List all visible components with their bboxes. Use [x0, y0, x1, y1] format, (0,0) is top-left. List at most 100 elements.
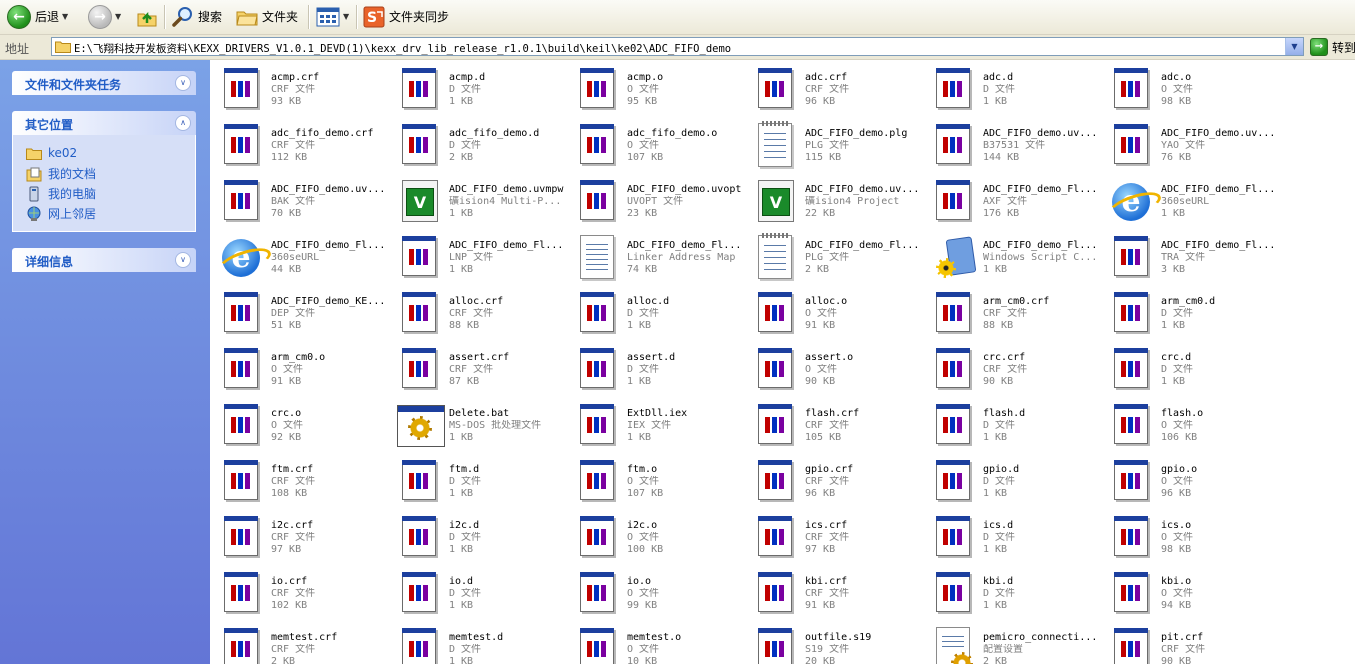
file-item[interactable]: ftm.o O 文件 107 KB	[570, 454, 748, 510]
file-item[interactable]: memtest.crf CRF 文件 2 KB	[214, 622, 392, 664]
file-item[interactable]: crc.crf CRF 文件 90 KB	[926, 342, 1104, 398]
file-item[interactable]: ics.crf CRF 文件 97 KB	[748, 510, 926, 566]
file-item[interactable]: V ADC_FIFO_demo.uvmpw 礦ision4 Multi-P... 1 …	[392, 174, 570, 230]
forward-button[interactable]: → ▼	[88, 4, 121, 29]
file-item[interactable]: assert.crf CRF 文件 87 KB	[392, 342, 570, 398]
file-item[interactable]: crc.d D 文件 1 KB	[1104, 342, 1282, 398]
file-item[interactable]: ADC_FIFO_demo_Fl... TRA 文件 3 KB	[1104, 230, 1282, 286]
back-dropdown-icon[interactable]: ▼	[62, 12, 68, 21]
folder-sync-button[interactable]: S 文件夹同步	[363, 4, 449, 29]
network-places-icon	[26, 206, 42, 222]
file-item[interactable]: ADC_FIFO_demo.uvopt UVOPT 文件 23 KB	[570, 174, 748, 230]
file-item[interactable]: arm_cm0.d D 文件 1 KB	[1104, 286, 1282, 342]
file-item[interactable]: ics.o O 文件 98 KB	[1104, 510, 1282, 566]
file-item[interactable]: acmp.d D 文件 1 KB	[392, 62, 570, 118]
tasks-panel-header[interactable]: 文件和文件夹任务 ∨	[12, 71, 196, 95]
file-name: ADC_FIFO_demo.uvmpw	[449, 184, 564, 195]
address-input[interactable]: E:\飞翔科技开发板资料\KEXX_DRIVERS_V1.0.1_DEVD(1)…	[51, 37, 1304, 56]
views-button[interactable]: ▼	[316, 4, 349, 29]
file-item[interactable]: V ADC_FIFO_demo.uv... 礦ision4 Project 22 KB	[748, 174, 926, 230]
file-item[interactable]: acmp.crf CRF 文件 93 KB	[214, 62, 392, 118]
file-name: ADC_FIFO_demo_Fl...	[1161, 240, 1276, 251]
file-item[interactable]: memtest.d D 文件 1 KB	[392, 622, 570, 664]
file-size: 99 KB	[627, 600, 658, 611]
file-item[interactable]: arm_cm0.crf CRF 文件 88 KB	[926, 286, 1104, 342]
svg-text:S: S	[367, 10, 377, 26]
place-link-my-computer[interactable]: 我的电脑	[26, 185, 96, 202]
file-item[interactable]: ADC_FIFO_demo_Fl... LNP 文件 1 KB	[392, 230, 570, 286]
file-item[interactable]: kbi.d D 文件 1 KB	[926, 566, 1104, 622]
file-item[interactable]: ADC_FIFO_demo.uv... BAK 文件 70 KB	[214, 174, 392, 230]
file-item[interactable]: e ADC_FIFO_demo_Fl... 360seURL 1 KB	[1104, 174, 1282, 230]
file-item[interactable]: i2c.o O 文件 100 KB	[570, 510, 748, 566]
place-link-my-documents[interactable]: 我的文档	[26, 165, 96, 182]
file-item[interactable]: adc_fifo_demo.d D 文件 2 KB	[392, 118, 570, 174]
file-item[interactable]: flash.d D 文件 1 KB	[926, 398, 1104, 454]
file-item[interactable]: gpio.d D 文件 1 KB	[926, 454, 1104, 510]
address-dropdown-icon[interactable]: ▼	[1285, 38, 1303, 55]
file-item[interactable]: flash.o O 文件 106 KB	[1104, 398, 1282, 454]
file-item[interactable]: i2c.crf CRF 文件 97 KB	[214, 510, 392, 566]
file-item[interactable]: io.o O 文件 99 KB	[570, 566, 748, 622]
file-item[interactable]: adc.d D 文件 1 KB	[926, 62, 1104, 118]
vertical-scrollbar[interactable]	[1345, 60, 1355, 664]
file-item[interactable]: flash.crf CRF 文件 105 KB	[748, 398, 926, 454]
file-item[interactable]: Delete.bat MS-DOS 批处理文件 1 KB	[392, 398, 570, 454]
up-folder-button[interactable]	[136, 4, 158, 29]
chevron-down-icon[interactable]: ∨	[175, 75, 191, 91]
file-item[interactable]: crc.o O 文件 92 KB	[214, 398, 392, 454]
file-item[interactable]: ADC_FIFO_demo_Fl... PLG 文件 2 KB	[748, 230, 926, 286]
file-item[interactable]: alloc.d D 文件 1 KB	[570, 286, 748, 342]
details-panel-header[interactable]: 详细信息 ∨	[12, 248, 196, 272]
file-item[interactable]: ADC_FIFO_demo_KE... DEP 文件 51 KB	[214, 286, 392, 342]
window-app-icon	[574, 570, 622, 618]
chevron-down-icon[interactable]: ∨	[175, 252, 191, 268]
file-item[interactable]: memtest.o O 文件 10 KB	[570, 622, 748, 664]
forward-dropdown-icon[interactable]: ▼	[115, 12, 121, 21]
file-item[interactable]: adc.crf CRF 文件 96 KB	[748, 62, 926, 118]
file-item[interactable]: ics.d D 文件 1 KB	[926, 510, 1104, 566]
file-item[interactable]: ExtDll.iex IEX 文件 1 KB	[570, 398, 748, 454]
file-size: 2 KB	[449, 152, 474, 163]
file-item[interactable]: ADC_FIFO_demo_Fl... Linker Address Map 74 …	[570, 230, 748, 286]
file-item[interactable]: kbi.crf CRF 文件 91 KB	[748, 566, 926, 622]
file-item[interactable]: alloc.crf CRF 文件 88 KB	[392, 286, 570, 342]
file-item[interactable]: arm_cm0.o O 文件 91 KB	[214, 342, 392, 398]
folders-button[interactable]: 文件夹	[236, 4, 298, 29]
file-item[interactable]: e ADC_FIFO_demo_Fl... 360seURL 44 KB	[214, 230, 392, 286]
search-button[interactable]: 搜索	[172, 4, 222, 29]
file-item[interactable]: io.crf CRF 文件 102 KB	[214, 566, 392, 622]
file-item[interactable]: ADC_FIFO_demo_Fl... AXF 文件 176 KB	[926, 174, 1104, 230]
file-item[interactable]: pemicro_connecti... 配置设置 2 KB	[926, 622, 1104, 664]
file-item[interactable]: gpio.o O 文件 96 KB	[1104, 454, 1282, 510]
file-item[interactable]: ADC_FIFO_demo.plg PLG 文件 115 KB	[748, 118, 926, 174]
file-item[interactable]: ADC_FIFO_demo.uv... YAO 文件 76 KB	[1104, 118, 1282, 174]
place-link-network[interactable]: 网上邻居	[26, 205, 96, 222]
file-item[interactable]: ADC_FIFO_demo.uv... B37531 文件 144 KB	[926, 118, 1104, 174]
file-item[interactable]: adc.o O 文件 98 KB	[1104, 62, 1282, 118]
file-item[interactable]: pit.crf CRF 文件 90 KB	[1104, 622, 1282, 664]
place-link-ke02[interactable]: ke02	[26, 145, 77, 161]
chevron-up-icon[interactable]: ∧	[175, 115, 191, 131]
file-item[interactable]: gpio.crf CRF 文件 96 KB	[748, 454, 926, 510]
file-item[interactable]: io.d D 文件 1 KB	[392, 566, 570, 622]
file-item[interactable]: alloc.o O 文件 91 KB	[748, 286, 926, 342]
file-item[interactable]: adc_fifo_demo.o O 文件 107 KB	[570, 118, 748, 174]
file-name: ADC_FIFO_demo.uvopt	[627, 184, 742, 195]
file-item[interactable]: kbi.o O 文件 94 KB	[1104, 566, 1282, 622]
file-size: 96 KB	[1161, 488, 1192, 499]
file-item[interactable]: acmp.o O 文件 95 KB	[570, 62, 748, 118]
go-button[interactable]: → 转到	[1310, 38, 1355, 56]
places-panel-header[interactable]: 其它位置 ∧	[12, 111, 196, 135]
file-item[interactable]: ftm.d D 文件 1 KB	[392, 454, 570, 510]
file-item[interactable]: adc_fifo_demo.crf CRF 文件 112 KB	[214, 118, 392, 174]
file-item[interactable]: outfile.s19 S19 文件 20 KB	[748, 622, 926, 664]
file-item[interactable]: assert.d D 文件 1 KB	[570, 342, 748, 398]
views-dropdown-icon[interactable]: ▼	[343, 12, 349, 21]
file-type: CRF 文件	[1161, 644, 1206, 655]
file-item[interactable]: ftm.crf CRF 文件 108 KB	[214, 454, 392, 510]
file-item[interactable]: ADC_FIFO_demo_Fl... Windows Script C... 1 …	[926, 230, 1104, 286]
back-button[interactable]: ← 后退 ▼	[7, 4, 68, 29]
file-item[interactable]: assert.o O 文件 90 KB	[748, 342, 926, 398]
file-item[interactable]: i2c.d D 文件 1 KB	[392, 510, 570, 566]
